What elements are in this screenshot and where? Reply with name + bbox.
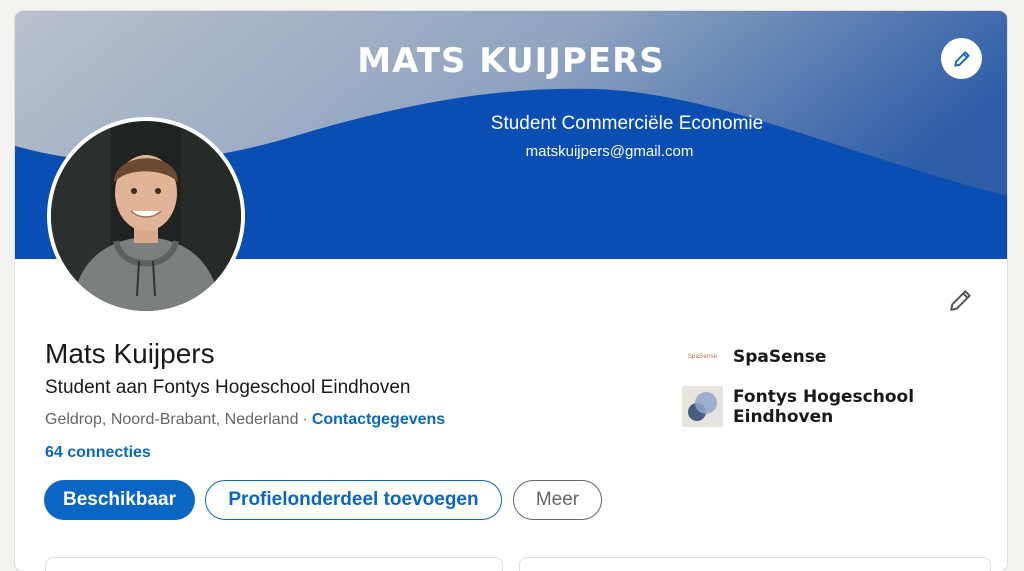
- open-to-button[interactable]: Beschikbaar: [44, 480, 195, 520]
- section-card: [45, 557, 503, 571]
- profile-location-line: Geldrop, Noord-Brabant, Nederland · Contac…: [45, 411, 445, 429]
- org-item-fontys[interactable]: Fontys Hogeschool Eindhoven: [682, 386, 1007, 427]
- spasense-logo: SpaSense: [682, 336, 723, 377]
- fontys-logo-icon: [682, 386, 723, 427]
- org-name: Fontys Hogeschool Eindhoven: [733, 386, 915, 427]
- profile-location: Geldrop, Noord-Brabant, Nederland: [45, 411, 299, 428]
- edit-banner-button[interactable]: [941, 38, 982, 79]
- add-profile-section-button[interactable]: Profielonderdeel toevoegen: [205, 480, 502, 520]
- more-button[interactable]: Meer: [513, 480, 602, 520]
- separator: ·: [302, 411, 308, 428]
- edit-intro-button[interactable]: [945, 284, 977, 316]
- section-card: [519, 557, 991, 571]
- org-name: SpaSense: [733, 346, 827, 367]
- pencil-icon: [953, 50, 970, 67]
- org-item-spasense[interactable]: SpaSense SpaSense: [682, 336, 826, 377]
- avatar-image: [51, 121, 241, 311]
- banner-title: MATS KUIJPERS: [357, 41, 665, 81]
- contact-info-link[interactable]: Contactgegevens: [312, 411, 445, 428]
- pencil-icon: [950, 290, 971, 311]
- profile-name: Mats Kuijpers: [45, 338, 215, 369]
- profile-headline: Student aan Fontys Hogeschool Eindhoven: [45, 377, 411, 398]
- connections-link[interactable]: 64 connecties: [45, 444, 151, 462]
- profile-card: MATS KUIJPERS Student Commerciële Econom…: [15, 11, 1007, 571]
- profile-photo[interactable]: [47, 117, 245, 315]
